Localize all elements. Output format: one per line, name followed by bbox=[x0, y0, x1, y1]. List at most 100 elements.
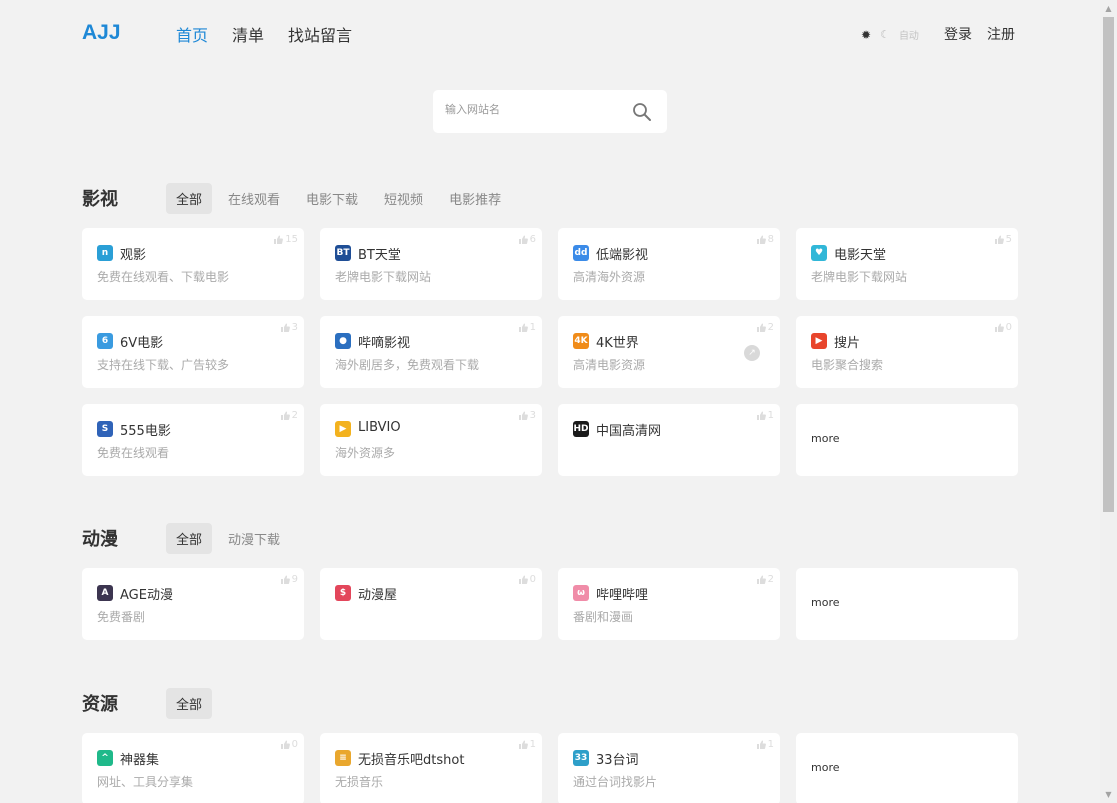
section-tab[interactable]: 短视频 bbox=[374, 183, 433, 214]
like-count[interactable]: 2 bbox=[280, 410, 298, 421]
dd-icon: dd bbox=[573, 245, 589, 261]
like-count-value: 0 bbox=[1005, 322, 1012, 333]
site-card[interactable]: ≡ 1 无损音乐吧dtshot 无损音乐 bbox=[320, 733, 542, 803]
vertical-scrollbar[interactable]: ▲ ▼ bbox=[1100, 0, 1117, 803]
login-link[interactable]: 登录 bbox=[944, 24, 972, 44]
thumbs-up-icon bbox=[518, 740, 528, 749]
like-count[interactable]: 1 bbox=[756, 739, 774, 750]
search-icon[interactable] bbox=[632, 102, 652, 122]
site-card[interactable]: ^ 0 神器集网址、工具分享集 bbox=[82, 733, 304, 803]
like-count-value: 6 bbox=[529, 234, 536, 245]
dmw-icon: $ bbox=[335, 585, 351, 601]
like-count[interactable]: 15 bbox=[273, 234, 298, 245]
site-name: 无损音乐吧dtshot bbox=[358, 753, 465, 768]
like-count-value: 0 bbox=[291, 739, 298, 750]
like-count-value: 15 bbox=[285, 234, 298, 245]
bilibili-icon: ω bbox=[573, 585, 589, 601]
scroll-down-arrow-icon[interactable]: ▼ bbox=[1100, 786, 1117, 803]
like-count-value: 1 bbox=[529, 739, 536, 750]
site-card[interactable]: BT 6 BT天堂 老牌电影下载网站 bbox=[320, 228, 542, 300]
section-tabs: 全部 在线观看 电影下载 短视频 电影推荐 bbox=[166, 182, 511, 214]
sun-icon[interactable]: ✹ bbox=[861, 28, 871, 42]
like-count[interactable]: 5 bbox=[994, 234, 1012, 245]
like-count[interactable]: 1 bbox=[518, 322, 536, 333]
4k-icon: 4K bbox=[573, 333, 589, 349]
site-card[interactable]: ▶ 3 LIBVIO 海外资源多 bbox=[320, 404, 542, 476]
libvio-icon: ▶ bbox=[335, 421, 351, 437]
site-name: 观影 bbox=[120, 248, 147, 263]
auth-links: 登录 注册 bbox=[944, 24, 1015, 44]
open-link-icon[interactable]: ↗ bbox=[744, 345, 760, 361]
nav-item-home[interactable]: 首页 bbox=[176, 22, 208, 46]
more-card[interactable]: more bbox=[796, 733, 1018, 803]
site-name: 动漫屋 bbox=[358, 588, 398, 603]
scrollbar-thumb[interactable] bbox=[1103, 17, 1114, 512]
site-logo[interactable]: AJJ bbox=[82, 21, 121, 45]
section-tab[interactable]: 全部 bbox=[166, 182, 213, 214]
site-name: 低端影视 bbox=[596, 248, 649, 263]
like-count[interactable]: 2 bbox=[756, 574, 774, 585]
scroll-up-arrow-icon[interactable]: ▲ bbox=[1100, 0, 1117, 17]
site-card[interactable]: S 2 555电影 免费在线观看 bbox=[82, 404, 304, 476]
like-count[interactable]: 3 bbox=[280, 322, 298, 333]
search-input[interactable] bbox=[443, 102, 627, 117]
like-count[interactable]: 3 bbox=[518, 410, 536, 421]
section-tab[interactable]: 在线观看 bbox=[218, 183, 290, 214]
section-header-resources: 资源 全部 bbox=[82, 687, 213, 719]
site-name: LIBVIO bbox=[358, 420, 401, 435]
like-count[interactable]: 6 bbox=[518, 234, 536, 245]
nav-item-guestbook[interactable]: 找站留言 bbox=[288, 22, 352, 46]
site-description: 免费在线观看 bbox=[97, 446, 170, 460]
hd-icon: HD bbox=[573, 421, 589, 437]
33-icon: 33 bbox=[573, 750, 589, 766]
site-card[interactable]: 6 3 6V电影 支持在线下载、广告较多 bbox=[82, 316, 304, 388]
site-card[interactable]: ● 1 哔嘀影视 海外剧居多，免费观看下载 bbox=[320, 316, 542, 388]
arrow-up-icon: ^ bbox=[97, 750, 113, 766]
like-count[interactable]: 1 bbox=[756, 410, 774, 421]
thumbs-up-icon bbox=[756, 411, 766, 420]
nav-item-list[interactable]: 清单 bbox=[232, 22, 264, 46]
site-card[interactable]: ω 2 哔哩哔哩 番剧和漫画 bbox=[558, 568, 780, 640]
site-card[interactable]: 33 1 33台词 通过台词找影片 bbox=[558, 733, 780, 803]
site-description: 网址、工具分享集 bbox=[97, 775, 194, 789]
site-card[interactable]: ▶ 0 搜片 电影聚合搜索 bbox=[796, 316, 1018, 388]
site-name: 电影天堂 bbox=[834, 248, 887, 263]
site-name: 哔哩哔哩 bbox=[596, 588, 649, 603]
site-grid-movies: n 15 观影 免费在线观看、下载电影 BT 6 BT天堂 老牌电影下载网站 dd 8 低端影视 高清… bbox=[82, 228, 1018, 476]
site-card[interactable]: dd 8 低端影视 高清海外资源 bbox=[558, 228, 780, 300]
site-card[interactable]: ♥ 5 电影天堂 老牌电影下载网站 bbox=[796, 228, 1018, 300]
section-tab[interactable]: 全部 bbox=[166, 687, 213, 719]
site-card[interactable]: A 9 AGE动漫 免费番剧 bbox=[82, 568, 304, 640]
like-count[interactable]: 2 bbox=[756, 322, 774, 333]
more-card[interactable]: more bbox=[796, 404, 1018, 476]
like-count-value: 2 bbox=[767, 322, 774, 333]
section-tab[interactable]: 电影下载 bbox=[296, 183, 368, 214]
search-box bbox=[433, 90, 667, 133]
site-card[interactable]: $0 动漫屋 bbox=[320, 568, 542, 640]
site-name: BT天堂 bbox=[358, 248, 401, 263]
theme-switcher[interactable]: ✹ ☾ 自动 bbox=[861, 27, 919, 43]
site-card[interactable]: n 15 观影 免费在线观看、下载电影 bbox=[82, 228, 304, 300]
site-card[interactable]: 4K 2 4K世界 高清电影资源 ↗ bbox=[558, 316, 780, 388]
site-name: 搜片 bbox=[834, 336, 861, 351]
like-count[interactable]: 0 bbox=[518, 574, 536, 585]
tv-icon: ● bbox=[335, 333, 351, 349]
site-name: 神器集 bbox=[120, 753, 160, 768]
like-count[interactable]: 0 bbox=[994, 322, 1012, 333]
like-count[interactable]: 0 bbox=[280, 739, 298, 750]
thumbs-up-icon bbox=[756, 575, 766, 584]
like-count[interactable]: 8 bbox=[756, 234, 774, 245]
site-grid-resources: ^ 0 神器集 网址、工具分享集 ≡ 1 无损音乐吧dtshot 无损音乐 33 1 33台词 通过台… bbox=[82, 733, 1018, 803]
section-tab[interactable]: 电影推荐 bbox=[439, 183, 511, 214]
like-count[interactable]: 9 bbox=[280, 574, 298, 585]
like-count-value: 2 bbox=[767, 574, 774, 585]
register-link[interactable]: 注册 bbox=[987, 24, 1015, 44]
section-tab[interactable]: 全部 bbox=[166, 522, 213, 554]
more-card[interactable]: more bbox=[796, 568, 1018, 640]
site-description: 支持在线下载、广告较多 bbox=[97, 358, 230, 372]
section-tab[interactable]: 动漫下载 bbox=[218, 523, 290, 554]
like-count[interactable]: 1 bbox=[518, 739, 536, 750]
moon-icon[interactable]: ☾ bbox=[880, 28, 890, 41]
theme-auto-label[interactable]: 自动 bbox=[899, 27, 919, 42]
site-card[interactable]: HD 1 中国高清网 bbox=[558, 404, 780, 476]
